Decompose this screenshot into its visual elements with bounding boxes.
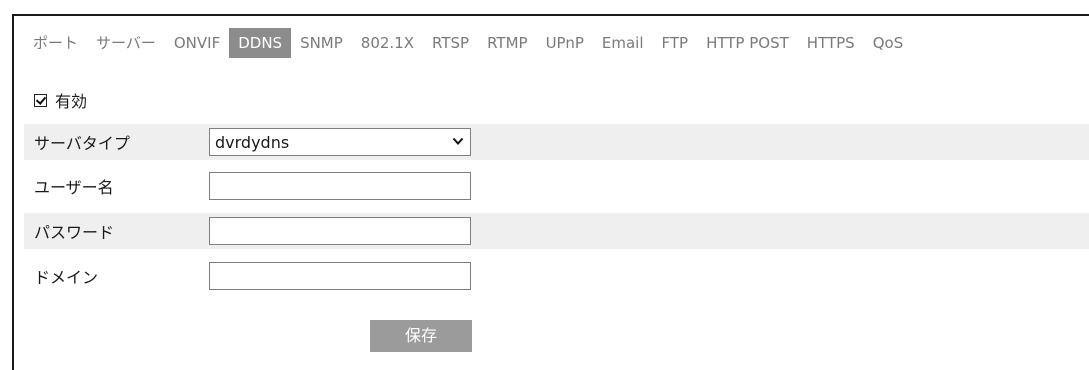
- tab-bar: ポート サーバー ONVIF DDNS SNMP 802.1X RTSP RTM…: [24, 28, 912, 58]
- password-field[interactable]: [209, 217, 471, 245]
- tab-onvif[interactable]: ONVIF: [165, 28, 229, 58]
- enable-label: 有効: [55, 92, 88, 111]
- domain-row: ドメイン: [24, 258, 1089, 294]
- password-label: パスワード: [34, 223, 115, 242]
- tab-email[interactable]: Email: [593, 28, 653, 58]
- tab-8021x[interactable]: 802.1X: [352, 28, 423, 58]
- checkmark-icon: [35, 93, 47, 105]
- domain-label: ドメイン: [34, 268, 99, 287]
- save-button[interactable]: 保存: [370, 320, 472, 352]
- enable-checkbox[interactable]: [34, 93, 47, 107]
- tab-http-post[interactable]: HTTP POST: [697, 28, 798, 58]
- tab-server[interactable]: サーバー: [87, 28, 165, 58]
- tab-upnp[interactable]: UPnP: [537, 28, 593, 58]
- tab-ftp[interactable]: FTP: [653, 28, 698, 58]
- server-type-label: サーバタイプ: [34, 134, 130, 153]
- enable-row: 有効: [34, 87, 87, 113]
- password-row: パスワード: [24, 213, 1089, 249]
- chevron-down-icon: [452, 137, 464, 145]
- tab-rtmp[interactable]: RTMP: [478, 28, 536, 58]
- tab-ddns[interactable]: DDNS: [229, 28, 292, 58]
- username-field[interactable]: [209, 172, 471, 200]
- tab-port[interactable]: ポート: [24, 28, 87, 58]
- domain-field[interactable]: [209, 262, 471, 290]
- username-label: ユーザー名: [34, 178, 114, 197]
- username-row: ユーザー名: [24, 168, 1089, 204]
- tab-snmp[interactable]: SNMP: [291, 28, 352, 58]
- server-type-value: dvrdydns: [215, 132, 290, 152]
- tab-https[interactable]: HTTPS: [798, 28, 864, 58]
- tab-qos[interactable]: QoS: [864, 28, 913, 58]
- server-type-row: サーバタイプ dvrdydns: [24, 124, 1089, 160]
- tab-rtsp[interactable]: RTSP: [423, 28, 478, 58]
- server-type-select[interactable]: dvrdydns: [209, 128, 471, 156]
